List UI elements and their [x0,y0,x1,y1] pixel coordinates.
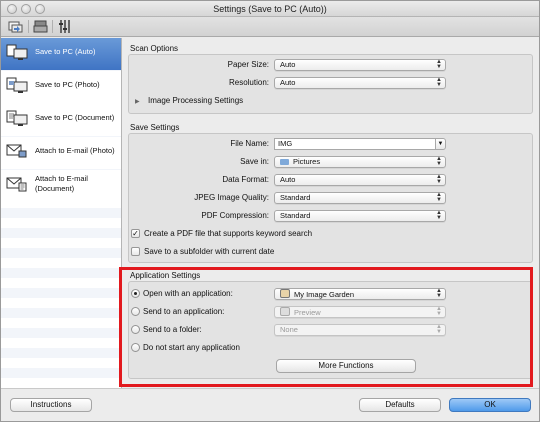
chevron-updown-icon: ▲ ▼ [436,77,442,88]
scan-from-operation-panel-icon[interactable] [33,19,48,34]
bottom-bar: Instructions Defaults OK [1,388,539,421]
sidebar-item-label: Attach to E-mail (Document) [35,174,88,194]
data-format-label: Data Format: [222,175,269,184]
sidebar-item-save-to-pc-auto[interactable]: Save to PC (Auto) [1,38,121,70]
settings-window: Settings (Save to PC (Auto)) Save to PC … [0,0,540,422]
window-title: Settings (Save to PC (Auto)) [213,4,327,14]
file-name-input[interactable]: IMG [274,138,436,150]
jpeg-quality-label: JPEG Image Quality: [194,193,269,202]
pdf-compression-value: Standard [280,211,311,220]
sidebar-item-label: Save to PC (Document) [35,113,115,122]
chevron-updown-icon: ▲ ▼ [436,59,442,70]
resolution-value: Auto [280,78,296,87]
pdf-compression-label: PDF Compression: [201,211,269,220]
data-format-value: Auto [280,175,296,184]
sidebar-item-attach-email-photo[interactable]: Attach to E-mail (Photo) [1,137,121,169]
resolution-popup[interactable]: Auto ▲ ▼ [274,77,446,89]
data-format-popup[interactable]: Auto ▲ ▼ [274,174,446,186]
create-pdf-keyword-label: Create a PDF file that supports keyword … [144,229,313,238]
save-subfolder-label: Save to a subfolder with current date [144,247,275,256]
file-name-label: File Name: [230,139,269,148]
paper-size-value: Auto [280,60,296,69]
toolbar-separator [52,20,53,33]
sidebar-item-label: Save to PC (Auto) [35,47,96,56]
sidebar-item-label: Attach to E-mail (Photo) [35,146,115,155]
scan-from-computer-icon[interactable] [8,19,23,34]
title-bar: Settings (Save to PC (Auto)) [1,1,539,17]
sidebar-item-save-to-pc-photo[interactable]: Save to PC (Photo) [1,71,121,103]
chevron-updown-icon: ▲ ▼ [436,210,442,221]
resolution-label: Resolution: [228,78,269,87]
jpeg-quality-value: Standard [280,193,311,202]
save-to-pc-document-icon [6,109,28,129]
save-settings-title: Save Settings [130,123,180,132]
file-name-dropdown-button[interactable]: ▼ [435,138,446,150]
sidebar-item-label: Save to PC (Photo) [35,80,100,89]
chevron-updown-icon: ▲ ▼ [436,174,442,185]
save-to-pc-photo-icon [6,76,28,96]
attach-email-photo-icon [6,142,27,162]
save-subfolder-checkbox[interactable] [131,247,140,256]
paper-size-popup[interactable]: Auto ▲ ▼ [274,59,446,71]
save-in-label: Save in: [240,157,269,166]
defaults-button[interactable]: Defaults [359,398,441,412]
general-settings-icon[interactable] [57,19,72,34]
pdf-compression-popup[interactable]: Standard ▲ ▼ [274,210,446,222]
sidebar-item-label-line1: Attach to E-mail [35,174,88,183]
paper-size-label: Paper Size: [227,60,269,69]
chevron-updown-icon: ▲ ▼ [436,192,442,203]
toolbar [1,17,539,37]
save-in-popup[interactable]: Pictures ▲ ▼ [274,156,446,168]
jpeg-quality-popup[interactable]: Standard ▲ ▼ [274,192,446,204]
sidebar-item-save-to-pc-document[interactable]: Save to PC (Document) [1,104,121,136]
disclosure-triangle-icon[interactable]: ▶ [135,98,140,105]
toolbar-separator [28,20,29,33]
sidebar-item-attach-email-document[interactable]: Attach to E-mail (Document) [1,170,121,202]
highlight-frame [119,267,533,387]
ok-button[interactable]: OK [449,398,531,412]
image-processing-settings-label[interactable]: Image Processing Settings [148,96,243,105]
sidebar: Save to PC (Auto) Save to PC (Photo) Sav… [1,38,122,388]
folder-icon [280,159,289,165]
save-in-value: Pictures [293,157,321,166]
attach-email-document-icon [6,175,27,195]
chevron-updown-icon: ▲ ▼ [436,156,442,167]
sidebar-item-label-line2: (Document) [35,184,75,193]
save-to-pc-auto-icon [6,43,28,63]
scan-options-title: Scan Options [130,44,179,53]
create-pdf-keyword-checkbox[interactable]: ✓ [131,229,140,238]
instructions-button[interactable]: Instructions [10,398,92,412]
